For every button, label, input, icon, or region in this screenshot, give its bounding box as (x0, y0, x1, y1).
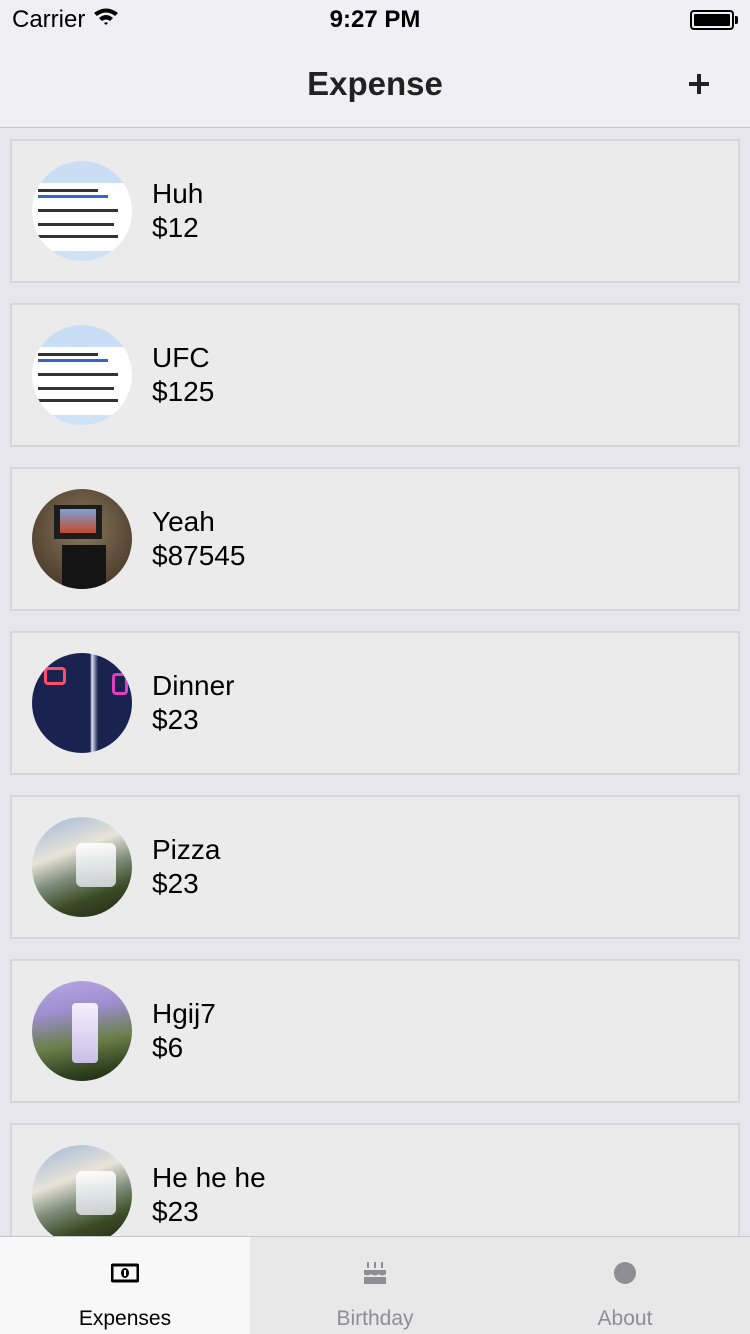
tab-about[interactable]: About (500, 1237, 750, 1334)
tab-bar: Expenses Birthday About (0, 1236, 750, 1334)
expense-text: Pizza $23 (152, 833, 220, 901)
expense-text: Dinner $23 (152, 669, 234, 737)
expense-card[interactable]: Huh $12 (10, 139, 740, 283)
expense-card[interactable]: Yeah $87545 (10, 467, 740, 611)
expense-photo (32, 325, 132, 425)
expense-name: He he he (152, 1162, 266, 1193)
expense-card[interactable]: Pizza $23 (10, 795, 740, 939)
expense-name: Pizza (152, 834, 221, 865)
circle-icon (611, 1259, 639, 1287)
battery-icon (690, 10, 738, 30)
expense-name: UFC (152, 342, 210, 373)
expense-text: Yeah $87545 (152, 505, 245, 573)
status-left: Carrier (12, 6, 119, 34)
carrier-label: Carrier (12, 6, 86, 33)
tab-label: Expenses (78, 1307, 172, 1330)
expense-list[interactable]: Huh $12 UFC $125 Yeah $87545 Dinner $23 … (0, 129, 750, 1236)
plus-icon (689, 74, 709, 94)
money-icon (111, 1259, 139, 1287)
tab-expenses[interactable]: Expenses (0, 1237, 250, 1334)
expense-text: UFC $125 (152, 341, 214, 409)
expense-amount: $23 (152, 1196, 199, 1227)
birthday-cake-icon (361, 1259, 389, 1287)
expense-photo (32, 1145, 132, 1236)
expense-text: Hgij7 $6 (152, 997, 216, 1065)
expense-photo (32, 817, 132, 917)
expense-card[interactable]: Dinner $23 (10, 631, 740, 775)
expense-amount: $6 (152, 1032, 184, 1063)
expense-amount: $87545 (152, 540, 246, 571)
expense-amount: $23 (152, 704, 199, 735)
tab-label: About (597, 1307, 653, 1330)
expense-name: Huh (152, 178, 204, 209)
wifi-icon (93, 6, 119, 34)
expense-name: Hgij7 (152, 998, 216, 1029)
expense-photo (32, 653, 132, 753)
status-bar: Carrier 9:27 PM (0, 0, 750, 40)
expense-name: Yeah (152, 506, 215, 537)
expense-name: Dinner (152, 670, 235, 701)
expense-amount: $12 (152, 212, 199, 243)
expense-photo (32, 161, 132, 261)
expense-card[interactable]: He he he $23 (10, 1123, 740, 1236)
expense-card[interactable]: UFC $125 (10, 303, 740, 447)
expense-photo (32, 489, 132, 589)
expense-amount: $125 (152, 376, 215, 407)
expense-amount: $23 (152, 868, 199, 899)
add-expense-button[interactable] (684, 62, 714, 106)
tab-label: Birthday (336, 1307, 414, 1330)
expense-text: Huh $12 (152, 177, 203, 245)
navigation-bar: Expense (0, 40, 750, 128)
expense-card[interactable]: Hgij7 $6 (10, 959, 740, 1103)
expense-text: He he he $23 (152, 1161, 266, 1229)
tab-birthday[interactable]: Birthday (250, 1237, 500, 1334)
page-title: Expense (307, 64, 443, 102)
expense-photo (32, 981, 132, 1081)
